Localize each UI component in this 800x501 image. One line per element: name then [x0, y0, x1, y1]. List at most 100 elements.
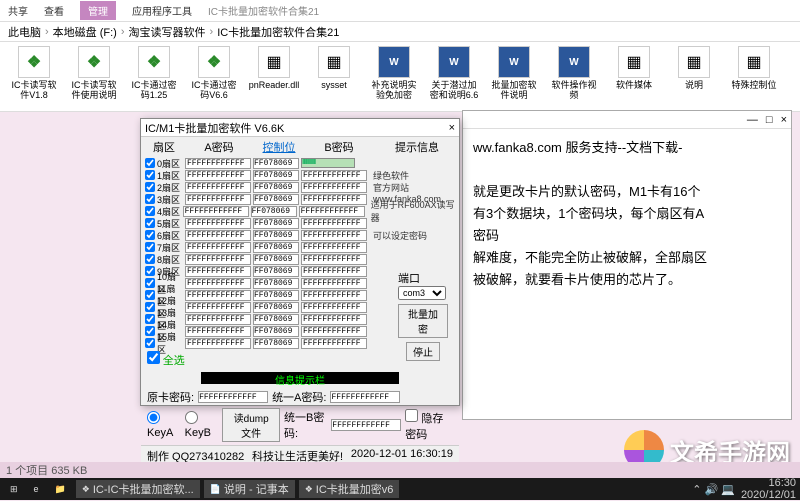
file-item[interactable]: ▦sysset [308, 46, 360, 107]
file-item[interactable]: W批量加密软件说明 [488, 46, 540, 107]
ctrl-input[interactable] [253, 338, 299, 349]
stop-button[interactable]: 停止 [406, 342, 440, 361]
dialog-titlebar[interactable]: IC/M1卡批量加密软件 V6.6K × [141, 119, 459, 137]
tb-app-1[interactable]: ❖ IC-IC卡批量加密软... [76, 480, 200, 498]
start-button[interactable]: ⊞ [4, 480, 24, 498]
row-check[interactable] [145, 266, 155, 276]
ctrl-input[interactable] [253, 158, 299, 169]
file-item[interactable]: ❖IC卡通过密码V6.6 [188, 46, 240, 107]
ctrl-input[interactable] [253, 290, 299, 301]
ctrl-input[interactable] [253, 182, 299, 193]
file-item[interactable]: W关于潜过加密和说明6.6 [428, 46, 480, 107]
hdr-ctrl[interactable]: 控制位 [255, 139, 303, 155]
unify-b-input[interactable] [331, 419, 401, 431]
bc-1[interactable]: 本地磁盘 (F:) [53, 24, 117, 40]
keya-input[interactable] [185, 290, 251, 301]
close-icon[interactable]: × [449, 122, 455, 134]
row-check[interactable] [145, 182, 155, 192]
keyb-input[interactable] [301, 170, 367, 181]
keya-input[interactable] [185, 266, 251, 277]
row-check[interactable] [145, 206, 155, 216]
keya-input[interactable] [185, 302, 251, 313]
tray-icons[interactable]: ⌃ 🔊 💻 [692, 483, 735, 496]
keya-input[interactable] [185, 326, 251, 337]
tb-ie-icon[interactable]: e [28, 480, 45, 498]
keyb-input[interactable] [301, 278, 367, 289]
file-item[interactable]: ❖IC卡读写软件V1.8 [8, 46, 60, 107]
ctrl-input[interactable] [251, 206, 297, 217]
row-check[interactable] [145, 194, 155, 204]
row-check[interactable] [145, 254, 155, 264]
ctrl-input[interactable] [253, 242, 299, 253]
keya-input[interactable] [185, 158, 251, 169]
close-icon[interactable]: × [781, 114, 787, 126]
keya-input[interactable] [185, 182, 251, 193]
keya-input[interactable] [185, 194, 251, 205]
keya-radio[interactable]: KeyA [147, 411, 181, 439]
keya-input[interactable] [185, 338, 251, 349]
file-item[interactable]: ▦软件媒体 [608, 46, 660, 107]
row-check[interactable] [145, 278, 155, 288]
keya-input[interactable] [185, 314, 251, 325]
tb-explorer-icon[interactable]: 📁 [49, 480, 72, 498]
keya-input[interactable] [185, 278, 251, 289]
row-check[interactable] [145, 230, 155, 240]
ribbon-tab-share[interactable]: 共享 [8, 3, 28, 18]
row-check[interactable] [145, 170, 155, 180]
port-select[interactable]: com3 [398, 286, 446, 300]
bc-2[interactable]: 淘宝读写器软件 [129, 24, 206, 40]
keya-input[interactable] [185, 218, 251, 229]
ctrl-input[interactable] [253, 194, 299, 205]
file-item[interactable]: ❖IC卡读写软件使用说明 [68, 46, 120, 107]
ctrl-input[interactable] [253, 326, 299, 337]
keyb-input[interactable] [301, 338, 367, 349]
breadcrumb[interactable]: 此电脑› 本地磁盘 (F:)› 淘宝读写器软件› IC卡批量加密软件合集21 [0, 22, 800, 42]
keyb-input[interactable] [301, 254, 367, 265]
keyb-input[interactable] [301, 314, 367, 325]
keyb-input[interactable] [299, 206, 365, 217]
tb-app-3[interactable]: ❖ IC卡批量加密v6 [299, 480, 400, 498]
bc-3[interactable]: IC卡批量加密软件合集21 [217, 24, 339, 40]
ctrl-input[interactable] [253, 254, 299, 265]
unify-a-input[interactable] [330, 391, 400, 403]
row-check[interactable] [145, 290, 155, 300]
ctrl-input[interactable] [253, 218, 299, 229]
keyb-input[interactable] [301, 302, 367, 313]
file-item[interactable]: ▦pnReader.dll [248, 46, 300, 107]
keyb-input[interactable] [301, 290, 367, 301]
keyb-input[interactable] [301, 242, 367, 253]
row-check[interactable] [145, 302, 155, 312]
file-item[interactable]: W软件操作视频 [548, 46, 600, 107]
keya-input[interactable] [185, 170, 251, 181]
keyb-input[interactable] [301, 194, 367, 205]
keyb-input[interactable] [301, 182, 367, 193]
keya-input[interactable] [185, 230, 251, 241]
hide-check[interactable]: 隐存密码 [405, 409, 453, 442]
tray[interactable]: ⌃ 🔊 💻 16:302020/12/01 [692, 477, 796, 501]
row-check[interactable] [145, 314, 155, 324]
ctrl-input[interactable] [253, 266, 299, 277]
keya-input[interactable] [185, 242, 251, 253]
ctrl-input[interactable] [253, 314, 299, 325]
bc-0[interactable]: 此电脑 [8, 24, 41, 40]
ctrl-input[interactable] [253, 302, 299, 313]
file-item[interactable]: ▦特殊控制位 [728, 46, 780, 107]
row-check[interactable] [145, 218, 155, 228]
file-item[interactable]: W补充说明实验免加密 [368, 46, 420, 107]
row-check[interactable] [145, 158, 155, 168]
ribbon-tab-view[interactable]: 查看 [44, 3, 64, 18]
row-check[interactable] [145, 242, 155, 252]
keyb-input[interactable] [301, 230, 367, 241]
keyb-radio[interactable]: KeyB [185, 411, 219, 439]
notepad-body[interactable]: ww.fanka8.com 服务支持--文档下载- 就是更改卡片的默认密码，M1… [463, 129, 791, 299]
keyb-input[interactable] [301, 266, 367, 277]
taskbar[interactable]: ⊞ e 📁 ❖ IC-IC卡批量加密软... 📄 说明 - 记事本 ❖ IC卡批… [0, 478, 800, 500]
file-item[interactable]: ❖IC卡通过密码1.25 [128, 46, 180, 107]
keyb-input[interactable] [301, 218, 367, 229]
orig-pass-input[interactable] [198, 391, 268, 403]
ctrl-input[interactable] [253, 170, 299, 181]
keyb-input[interactable] [301, 326, 367, 337]
keya-input[interactable] [185, 254, 251, 265]
row-check[interactable] [145, 326, 155, 336]
minimize-icon[interactable]: — [747, 114, 758, 126]
